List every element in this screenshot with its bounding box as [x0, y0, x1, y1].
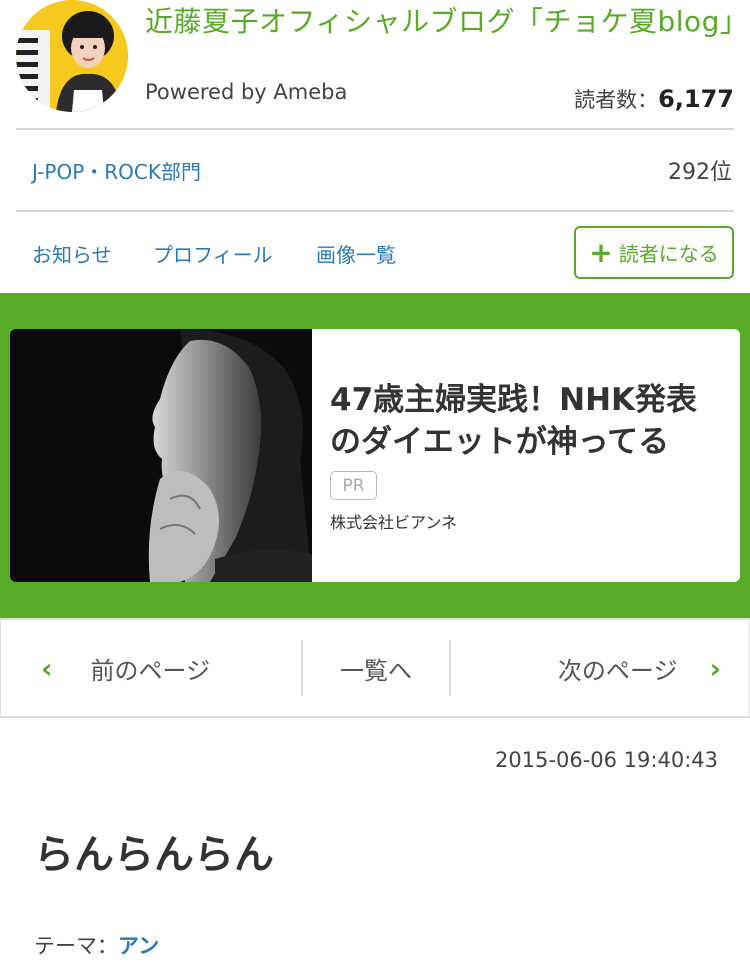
ad-headline[interactable]: 47歳主婦実践！NHK発表のダイエットが神ってる — [330, 379, 725, 463]
entry-theme: テーマ：アン — [34, 930, 159, 960]
plus-icon: + — [589, 235, 613, 269]
reader-count: 読者数：6,177 — [574, 84, 734, 114]
chevron-right-icon: › — [709, 651, 721, 685]
next-page-label: 次のページ — [557, 656, 678, 685]
avatar-illustration — [16, 0, 128, 112]
pr-badge: PR — [330, 471, 377, 500]
entry-pager: ‹ 前のページ 一覧へ 次のページ › — [0, 618, 750, 718]
follow-button[interactable]: + 読者になる — [574, 226, 734, 279]
rank-value: 292位 — [668, 160, 732, 185]
ranking-row: J-POP・ROCK部門 292位 — [0, 130, 750, 210]
list-link[interactable]: 一覧へ — [303, 620, 449, 716]
powered-by-text: Powered by Ameba — [145, 80, 348, 104]
entry-title: らんらんらん — [34, 832, 274, 878]
next-page-link[interactable]: 次のページ › — [451, 620, 721, 716]
theme-label: テーマ： — [34, 934, 118, 958]
blog-header: 近藤夏子オフィシャルブログ「チョケ夏blog」 Powered by Ameba… — [0, 0, 750, 128]
blog-nav: お知らせ プロフィール 画像一覧 + 読者になる — [0, 212, 750, 292]
follow-button-label: 読者になる — [618, 242, 719, 266]
ad-photo-illustration — [10, 329, 312, 582]
nav-item-images[interactable]: 画像一覧 — [316, 239, 396, 268]
entry-timestamp: 2015-06-06 19:40:43 — [494, 748, 718, 772]
blog-avatar[interactable] — [16, 0, 128, 112]
prev-page-label: 前のページ — [90, 656, 211, 685]
prev-page-link[interactable]: ‹ 前のページ — [41, 620, 301, 716]
chevron-left-icon: ‹ — [41, 651, 53, 685]
ad-card[interactable]: 47歳主婦実践！NHK発表のダイエットが神ってる PR 株式会社ビアンネ — [10, 329, 740, 582]
genre-ranking-link[interactable]: J-POP・ROCK部門 — [32, 156, 201, 185]
ad-image — [10, 329, 312, 582]
ad-banner-area: 47歳主婦実践！NHK発表のダイエットが神ってる PR 株式会社ビアンネ — [0, 293, 750, 618]
blog-title[interactable]: 近藤夏子オフィシャルブログ「チョケ夏blog」 — [145, 4, 748, 40]
theme-link[interactable]: アン — [118, 934, 159, 958]
nav-item-profile[interactable]: プロフィール — [153, 239, 273, 268]
nav-item-news[interactable]: お知らせ — [32, 239, 112, 268]
advertiser-name: 株式会社ビアンネ — [330, 513, 458, 532]
list-link-label: 一覧へ — [340, 656, 412, 685]
reader-count-value: 6,177 — [658, 85, 734, 113]
reader-count-label: 読者数： — [574, 88, 659, 112]
